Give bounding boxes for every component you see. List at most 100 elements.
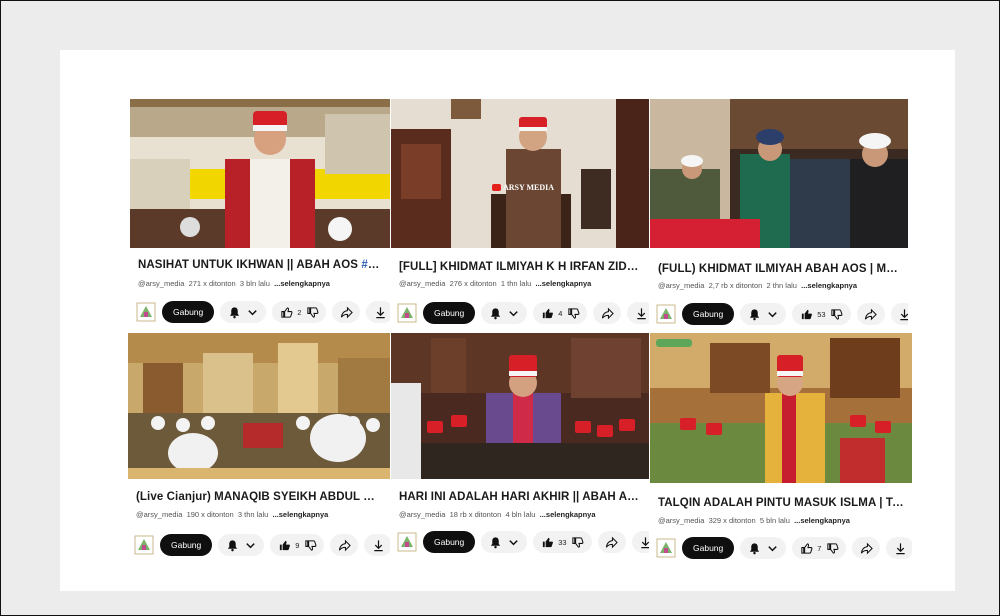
- bell-icon: [747, 541, 761, 555]
- video-card[interactable]: HARI INI ADALAH HARI AKHIR || ABAH AOS… …: [391, 333, 649, 565]
- thumbs-up-icon[interactable]: [277, 538, 291, 552]
- video-thumbnail[interactable]: [128, 333, 390, 479]
- show-more-link[interactable]: ...selengkapnya: [801, 281, 857, 290]
- share-icon: [605, 535, 619, 549]
- channel-avatar-icon[interactable]: [656, 303, 676, 325]
- chevron-down-icon: [245, 305, 259, 319]
- video-card[interactable]: NASIHAT UNTUK IKHWAN || ABAH AOS #ab… @a…: [130, 99, 390, 331]
- channel-avatar-icon[interactable]: [656, 537, 676, 559]
- channel-handle[interactable]: @arsy_media: [658, 516, 704, 525]
- thumbs-down-icon[interactable]: [830, 307, 844, 321]
- channel-avatar-icon[interactable]: [134, 534, 154, 556]
- video-title[interactable]: HARI INI ADALAH HARI AKHIR || ABAH AOS…: [399, 491, 641, 503]
- video-thumbnail[interactable]: [650, 333, 912, 483]
- thumbs-up-icon[interactable]: [799, 541, 813, 555]
- thumbs-up-icon[interactable]: [540, 306, 554, 320]
- video-title[interactable]: NASIHAT UNTUK IKHWAN || ABAH AOS #ab…: [138, 259, 382, 271]
- download-button[interactable]: [886, 537, 912, 559]
- video-thumbnail[interactable]: [130, 99, 390, 248]
- bell-icon: [225, 538, 239, 552]
- video-card[interactable]: (Live Cianjur) MANAQIB SYEIKH ABDUL QO… …: [128, 333, 390, 565]
- download-button[interactable]: [366, 301, 390, 323]
- show-more-link[interactable]: ...selengkapnya: [540, 510, 596, 519]
- notification-bell-button[interactable]: [220, 301, 267, 323]
- video-thumbnail[interactable]: [650, 99, 908, 248]
- join-button[interactable]: Gabung: [423, 531, 476, 553]
- notification-bell-button[interactable]: [481, 531, 528, 553]
- upload-age: 5 bln lalu: [759, 516, 790, 525]
- video-title[interactable]: [FULL] KHIDMAT ILMIYAH K H IRFAN ZIDNY…: [399, 261, 641, 273]
- notification-bell-button[interactable]: [218, 534, 265, 556]
- show-more-link[interactable]: ...selengkapnya: [535, 279, 591, 288]
- video-grid-sheet: NASIHAT UNTUK IKHWAN || ABAH AOS #ab… @a…: [60, 50, 955, 591]
- download-icon: [898, 307, 908, 321]
- share-button[interactable]: [330, 534, 359, 556]
- channel-handle[interactable]: @arsy_media: [138, 279, 184, 288]
- share-button[interactable]: [856, 303, 885, 325]
- join-button[interactable]: Gabung: [162, 301, 215, 323]
- thumbs-down-icon[interactable]: [825, 541, 839, 555]
- video-meta: @arsy_media 18 rb x ditonton 4 bln lalu …: [399, 510, 641, 519]
- channel-handle[interactable]: @arsy_media: [399, 510, 445, 519]
- video-title[interactable]: (Live Cianjur) MANAQIB SYEIKH ABDUL QO…: [136, 491, 382, 503]
- download-icon: [634, 306, 648, 320]
- like-dislike-group: 7: [792, 537, 847, 559]
- channel-avatar-icon[interactable]: [136, 301, 156, 323]
- thumbs-down-icon[interactable]: [566, 306, 580, 320]
- channel-handle[interactable]: @arsy_media: [136, 510, 182, 519]
- view-count: 329 x ditonton: [708, 516, 756, 525]
- video-thumbnail[interactable]: ARSY MEDIA: [391, 99, 649, 248]
- upload-age: 3 bln lalu: [239, 279, 270, 288]
- join-button[interactable]: Gabung: [160, 534, 213, 556]
- channel-handle[interactable]: @arsy_media: [658, 281, 704, 290]
- share-button[interactable]: [332, 301, 361, 323]
- bell-icon: [747, 307, 761, 321]
- share-icon: [339, 305, 353, 319]
- join-button[interactable]: Gabung: [682, 537, 735, 559]
- thumbs-up-icon[interactable]: [799, 307, 813, 321]
- channel-avatar-icon[interactable]: [397, 302, 417, 324]
- view-count: 2,7 rb x ditonton: [708, 281, 763, 290]
- like-dislike-group: 2: [272, 301, 327, 323]
- show-more-link[interactable]: ...selengkapnya: [272, 510, 328, 519]
- action-bar: Gabung 4: [397, 300, 649, 326]
- share-button[interactable]: [593, 302, 622, 324]
- download-button[interactable]: [890, 303, 908, 325]
- action-bar: Gabung 7: [656, 535, 912, 561]
- download-button[interactable]: [631, 531, 649, 553]
- like-count: 2: [297, 307, 302, 317]
- show-more-link[interactable]: ...selengkapnya: [274, 279, 330, 288]
- show-more-link[interactable]: ...selengkapnya: [794, 516, 850, 525]
- download-button[interactable]: [627, 302, 649, 324]
- thumbs-up-icon[interactable]: [279, 305, 293, 319]
- notification-bell-button[interactable]: [740, 303, 787, 325]
- channel-handle[interactable]: @arsy_media: [399, 279, 445, 288]
- video-card[interactable]: (FULL) KHIDMAT ILMIYAH ABAH AOS | MAN… @…: [650, 99, 908, 331]
- like-count: 7: [817, 543, 822, 553]
- thumbs-down-icon[interactable]: [571, 535, 585, 549]
- join-button[interactable]: Gabung: [423, 302, 476, 324]
- notification-bell-button[interactable]: [740, 537, 787, 559]
- share-button[interactable]: [597, 531, 626, 553]
- video-card[interactable]: ARSY MEDIA [FULL] KHIDMAT ILMIYAH K H IR…: [391, 99, 649, 331]
- thumbs-up-icon[interactable]: [540, 535, 554, 549]
- video-card[interactable]: TALQIN ADALAH PINTU MASUK ISLMA | TA… @a…: [650, 333, 912, 565]
- share-button[interactable]: [852, 537, 881, 559]
- video-thumbnail[interactable]: [391, 333, 649, 479]
- view-count: 190 x ditonton: [186, 510, 234, 519]
- download-button[interactable]: [364, 534, 390, 556]
- channel-watermark: ARSY MEDIA: [492, 183, 554, 192]
- view-count: 276 x ditonton: [449, 279, 497, 288]
- video-title[interactable]: (FULL) KHIDMAT ILMIYAH ABAH AOS | MAN…: [658, 263, 900, 275]
- bell-icon: [488, 306, 502, 320]
- action-bar: Gabung 9: [134, 532, 390, 558]
- download-icon: [373, 305, 387, 319]
- hashtag-link[interactable]: #ab…: [361, 259, 382, 271]
- thumbs-down-icon[interactable]: [305, 305, 319, 319]
- chevron-down-icon: [243, 538, 257, 552]
- join-button[interactable]: Gabung: [682, 303, 735, 325]
- channel-avatar-icon[interactable]: [397, 531, 417, 553]
- video-title[interactable]: TALQIN ADALAH PINTU MASUK ISLMA | TA…: [658, 497, 904, 509]
- thumbs-down-icon[interactable]: [303, 538, 317, 552]
- notification-bell-button[interactable]: [481, 302, 528, 324]
